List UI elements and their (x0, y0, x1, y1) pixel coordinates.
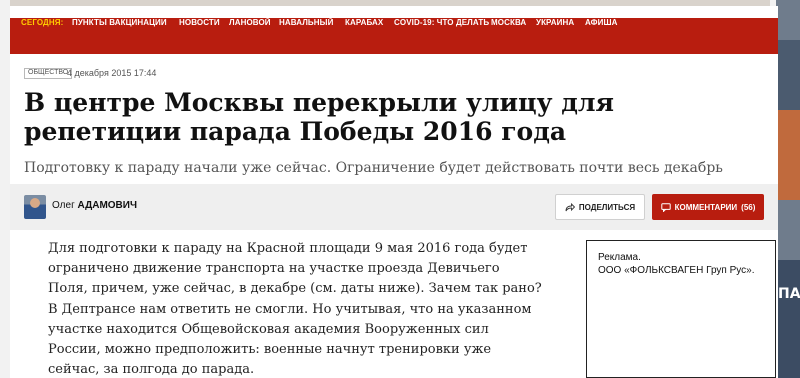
share-button[interactable]: ПОДЕЛИТЬСЯ (555, 194, 645, 220)
ad-advertiser: ООО «ФОЛЬКСВАГЕН Груп Рус». (598, 265, 755, 276)
rubric-badge[interactable]: ОБЩЕСТВО (24, 68, 73, 79)
article-subtitle: Подготовку к параду начали уже сейчас. О… (24, 160, 723, 176)
author-name[interactable]: Олег АДАМОВИЧ (52, 200, 137, 211)
share-label: ПОДЕЛИТЬСЯ (578, 202, 636, 212)
nav-item-vaccination[interactable]: ПУНКТЫ ВАКЦИНАЦИИ (72, 18, 167, 54)
side-ad-banner[interactable]: ПА (776, 0, 800, 378)
ad-label: Реклама. (598, 252, 641, 263)
author-bar: Олег АДАМОВИЧ ПОДЕЛИТЬСЯ КОММЕНТАРИИ (56… (10, 184, 778, 230)
comments-button[interactable]: КОММЕНТАРИИ (56) (652, 194, 764, 220)
author-first-name: Олег (52, 200, 75, 211)
page-title: В центре Москвы перекрыли улицу для репе… (24, 88, 615, 146)
top-nav: СЕГОДНЯ: ПУНКТЫ ВАКЦИНАЦИИ НОВОСТИ ЛАНОВ… (10, 18, 778, 54)
comment-icon (660, 202, 671, 212)
nav-item-navalny[interactable]: НАВАЛЬНЫЙ (279, 18, 333, 54)
publish-date: 4 декабря 2015 17:44 (67, 68, 157, 78)
article-paragraph: Для подготовки к параду на Красной площа… (48, 241, 542, 378)
nav-item-ukraine[interactable]: УКРАИНА (536, 18, 574, 54)
nav-item-karabakh[interactable]: КАРАБАХ (345, 18, 383, 54)
share-icon (565, 202, 575, 211)
nav-item-news[interactable]: НОВОСТИ (179, 18, 220, 54)
nav-item-afisha[interactable]: АФИША (585, 18, 617, 54)
nav-item-covid[interactable]: COVID-19: ЧТО ДЕЛАТЬ (394, 18, 489, 54)
comments-count: (56) (741, 202, 756, 212)
nav-item-lanovoy[interactable]: ЛАНОВОЙ (229, 18, 271, 54)
article-body: Для подготовки к параду на Красной площа… (48, 239, 543, 378)
author-last-name: АДАМОВИЧ (77, 200, 137, 211)
comments-label: КОММЕНТАРИИ (674, 202, 738, 212)
nav-item-moscow[interactable]: МОСКВА (491, 18, 526, 54)
avatar[interactable] (24, 195, 46, 219)
ad-box[interactable]: Реклама. ООО «ФОЛЬКСВАГЕН Груп Рус». (586, 240, 776, 378)
side-ad-text: ПА (778, 286, 800, 302)
page-main: СЕГОДНЯ: ПУНКТЫ ВАКЦИНАЦИИ НОВОСТИ ЛАНОВ… (10, 6, 778, 378)
nav-today-label: СЕГОДНЯ: (21, 18, 64, 27)
